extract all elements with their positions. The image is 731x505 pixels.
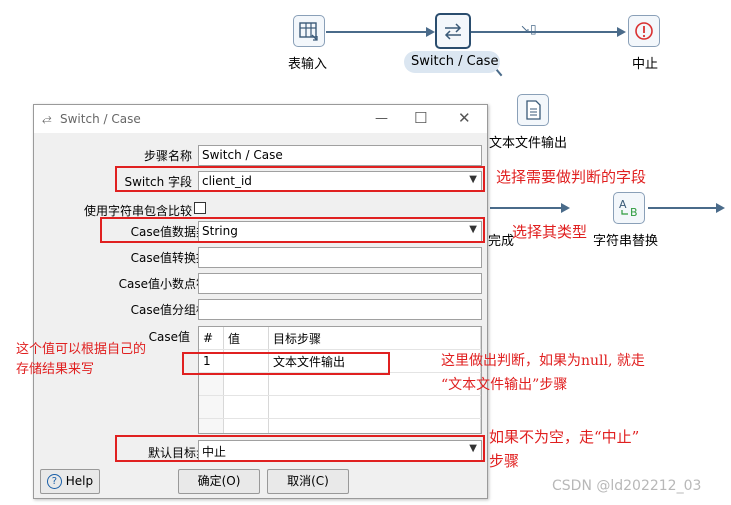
- ab-replace-icon: A B: [619, 198, 638, 219]
- help-icon: ?: [46, 474, 62, 489]
- table-header-row: # 值 目标步骤: [199, 327, 481, 350]
- annotation-judge-1: 这里做出判断，如果为null, 就走: [441, 353, 645, 369]
- table-icon: [299, 22, 318, 41]
- table-header-num[interactable]: #: [199, 327, 224, 350]
- help-button[interactable]: ? Help: [40, 469, 100, 494]
- dialog-title: Switch / Case: [60, 112, 141, 126]
- hop-switch-to-abort[interactable]: [470, 31, 620, 33]
- highlight-case-row: [182, 352, 390, 375]
- annotation-default-1: 如果不为空，走“中止”: [489, 428, 640, 446]
- node-label-table-input: 表输入: [288, 57, 328, 72]
- annotation-switch-field: 选择需要做判断的字段: [496, 168, 647, 186]
- highlight-switch-field: [115, 166, 485, 192]
- highlight-case-type: [100, 217, 485, 243]
- hop-out-replace[interactable]: [648, 207, 718, 209]
- grouping-symbol-input[interactable]: [198, 299, 482, 320]
- svg-text:A: A: [619, 198, 627, 211]
- table-row[interactable]: [199, 418, 481, 433]
- svg-text:B: B: [630, 206, 638, 219]
- case-values-label: Case值: [148, 330, 190, 344]
- decimal-symbol-input[interactable]: [198, 273, 482, 294]
- node-abort[interactable]: [628, 15, 660, 47]
- annotation-case-value-1: 这个值可以根据自己的: [16, 342, 147, 357]
- watermark: CSDN @ld202212_03: [552, 478, 702, 494]
- case-values-table[interactable]: # 值 目标步骤 1 文本文件输出: [198, 326, 482, 434]
- minimize-icon[interactable]: —: [375, 111, 388, 126]
- annotation-case-type: 选择其类型: [512, 223, 588, 241]
- table-row[interactable]: [199, 395, 481, 419]
- hop-table-to-switch[interactable]: [326, 31, 430, 33]
- annotation-judge-2: “文本文件输出”步骤: [441, 377, 568, 393]
- node-label-abort: 中止: [632, 57, 659, 72]
- cancel-button[interactable]: 取消(C): [267, 469, 349, 494]
- node-label-string-replace: 字符串替换: [593, 234, 659, 249]
- switch-arrows-icon: ⥄: [42, 111, 52, 125]
- text-file-icon: [526, 100, 541, 120]
- maximize-icon[interactable]: ☐: [414, 109, 427, 127]
- node-label-text-output: 文本文件输出: [489, 136, 568, 151]
- table-header-target[interactable]: 目标步骤: [268, 327, 481, 350]
- conversion-mask-input[interactable]: [198, 247, 482, 268]
- hop-arrowhead: [716, 203, 725, 213]
- dialog-titlebar[interactable]: ⥄ Switch / Case — ☐ ✕: [34, 105, 487, 133]
- highlight-default-target: [115, 435, 485, 462]
- node-label-switch-case: Switch / Case: [411, 54, 499, 69]
- step-name-input[interactable]: Switch / Case: [198, 145, 482, 166]
- node-text-output[interactable]: [517, 94, 549, 126]
- table-row[interactable]: [199, 372, 481, 396]
- hop-into-replace[interactable]: [490, 207, 565, 209]
- abort-icon: [635, 22, 653, 40]
- hop-arrowhead: [617, 27, 626, 37]
- use-contains-checkbox[interactable]: [194, 202, 206, 214]
- node-string-replace[interactable]: A B: [613, 192, 645, 224]
- ok-button[interactable]: 确定(O): [178, 469, 260, 494]
- close-icon[interactable]: ✕: [458, 109, 471, 127]
- node-label-partial: 完成: [488, 234, 515, 249]
- step-name-label: 步骤名称: [143, 149, 192, 163]
- switch-arrows-icon: [444, 23, 462, 40]
- node-switch-case[interactable]: [435, 13, 471, 49]
- hop-arrowhead: [561, 203, 570, 213]
- table-header-value[interactable]: 值: [223, 327, 269, 350]
- help-label: Help: [65, 474, 94, 488]
- annotation-default-2: 步骤: [489, 452, 520, 470]
- annotation-case-value-2: 存储结果来写: [16, 362, 95, 377]
- node-table-input[interactable]: [293, 15, 325, 47]
- hop-arrowhead: [426, 27, 435, 37]
- hop-case-icon: ↘▯: [520, 22, 537, 36]
